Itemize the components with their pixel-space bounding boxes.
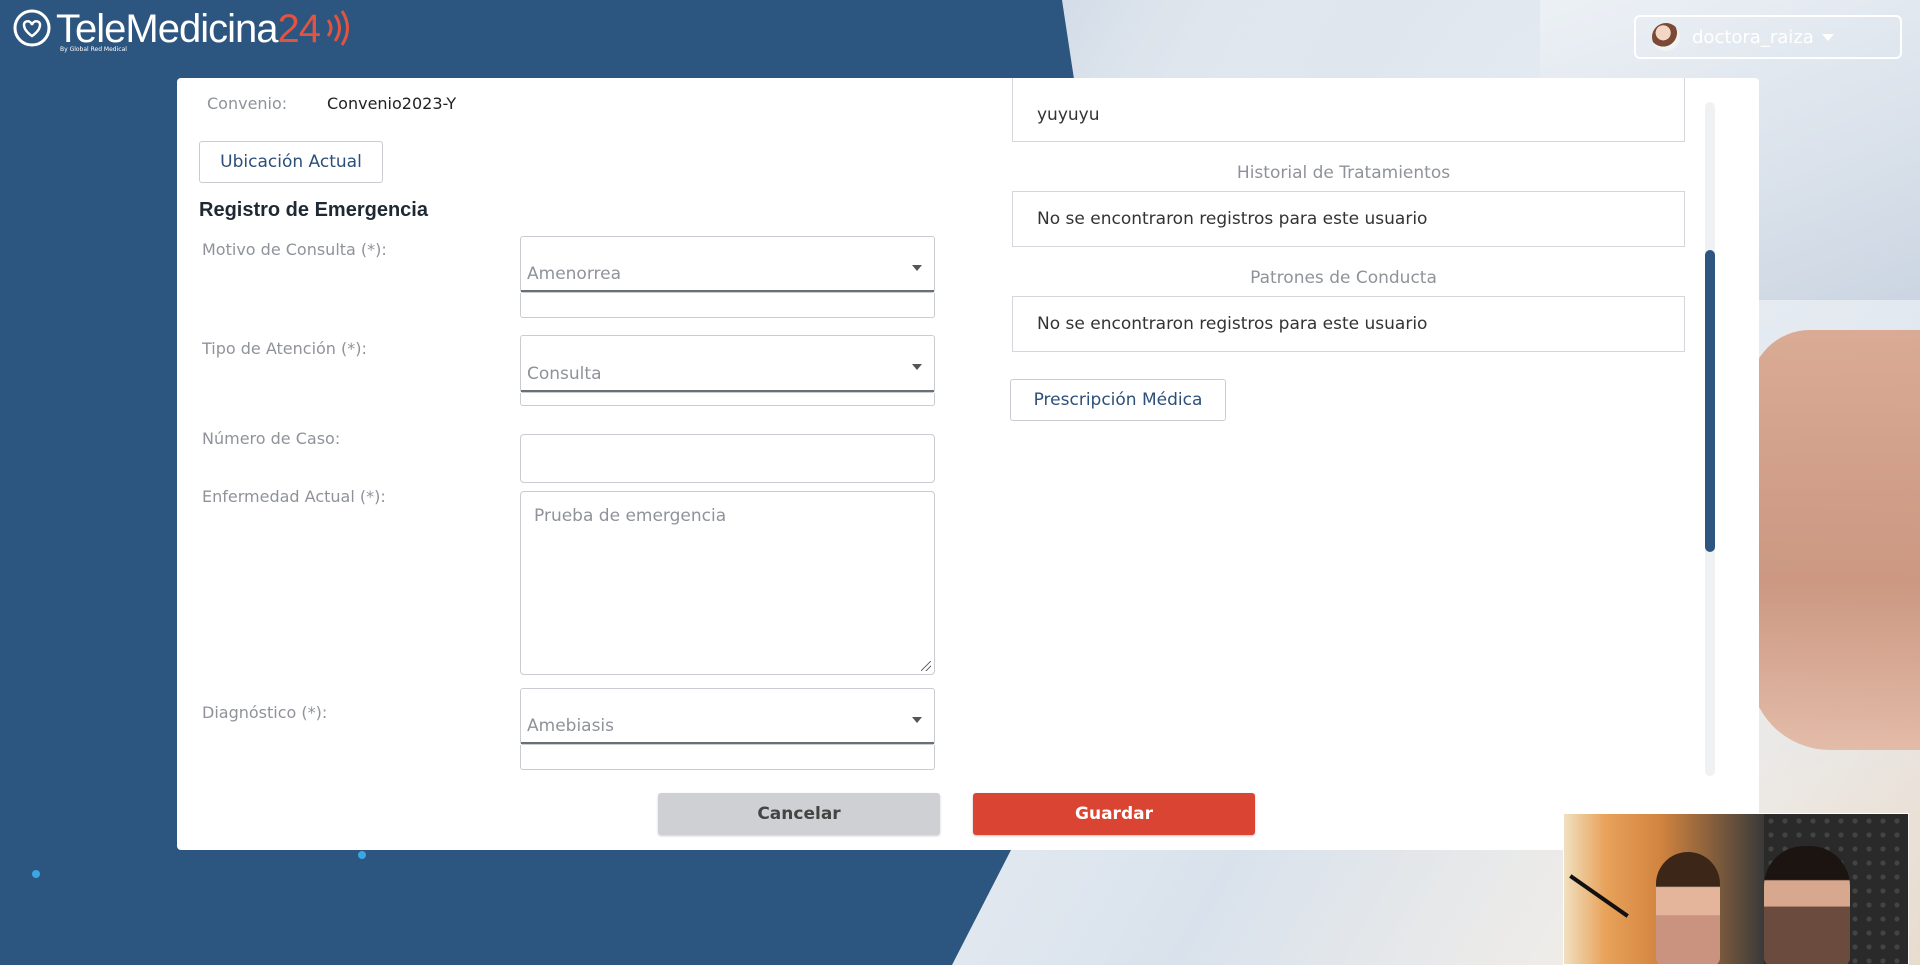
caso-input[interactable] — [520, 434, 935, 483]
tipo-select[interactable]: Consulta — [520, 335, 935, 393]
top-field[interactable]: yuyuyu — [1012, 78, 1685, 142]
tipo-label: Tipo de Atención (*): — [202, 339, 367, 358]
convenio-label: Convenio: — [207, 94, 288, 113]
video-call-thumbnail[interactable] — [1563, 813, 1909, 965]
diagnostico-label: Diagnóstico (*): — [202, 703, 328, 722]
modal-body[interactable]: Convenio: Convenio2023-Y Ubicación Actua… — [177, 78, 1717, 778]
enfermedad-placeholder: Prueba de emergencia — [534, 506, 727, 526]
scrollbar-thumb[interactable] — [1705, 250, 1715, 552]
caret-down-icon — [912, 717, 922, 723]
section-title: Registro de Emergencia — [199, 199, 428, 221]
microphone-arm — [1569, 874, 1629, 918]
top-field-value: yuyuyu — [1037, 105, 1100, 125]
video-participant — [1656, 852, 1720, 964]
resize-handle-icon[interactable] — [921, 661, 931, 671]
signal-waves-icon — [326, 10, 349, 46]
cancel-button[interactable]: Cancelar — [658, 793, 940, 835]
historial-text: No se encontraron registros para este us… — [1037, 209, 1428, 229]
tipo-extra-field[interactable] — [520, 393, 935, 406]
background-dot — [32, 870, 40, 878]
scrollbar[interactable] — [1705, 102, 1715, 776]
caret-down-icon — [912, 364, 922, 370]
tipo-value: Consulta — [527, 364, 602, 384]
save-button[interactable]: Guardar — [973, 793, 1255, 835]
video-participant — [1764, 846, 1850, 964]
motivo-select[interactable]: Amenorrea — [520, 236, 935, 293]
diagnostico-select[interactable]: Amebiasis — [520, 688, 935, 745]
caso-label: Número de Caso: — [202, 429, 341, 448]
historial-caption: Historial de Tratamientos — [1236, 163, 1451, 183]
diagnostico-extra-field[interactable] — [520, 745, 935, 770]
brand-tagline: By Global Red Medical — [60, 46, 127, 53]
motivo-label: Motivo de Consulta (*): — [202, 240, 387, 259]
patrones-caption: Patrones de Conducta — [1250, 268, 1437, 288]
avatar — [1652, 23, 1680, 51]
prescripcion-button[interactable]: Prescripción Médica — [1010, 379, 1226, 421]
patrones-box: No se encontraron registros para este us… — [1012, 296, 1685, 352]
brand-name: TeleMedicina24 — [56, 7, 321, 51]
chevron-down-icon — [1821, 33, 1834, 41]
select-underline — [521, 742, 934, 744]
motivo-value: Amenorrea — [527, 264, 622, 284]
patrones-text: No se encontraron registros para este us… — [1037, 314, 1428, 334]
motivo-extra-field[interactable] — [520, 293, 935, 318]
username: doctora_raiza — [1692, 26, 1814, 48]
select-underline — [521, 390, 934, 392]
background-dot — [358, 851, 366, 859]
historial-box: No se encontraron registros para este us… — [1012, 191, 1685, 247]
emergency-modal: Convenio: Convenio2023-Y Ubicación Actua… — [177, 78, 1759, 850]
app-logo[interactable]: TeleMedicina24 By Global Red Medical — [12, 7, 354, 53]
current-location-button[interactable]: Ubicación Actual — [199, 141, 383, 183]
background-arm — [1750, 330, 1920, 750]
enfermedad-textarea[interactable]: Prueba de emergencia — [520, 491, 935, 675]
user-menu-button[interactable]: doctora_raiza — [1634, 15, 1902, 59]
select-underline — [521, 290, 934, 292]
caret-down-icon — [912, 265, 922, 271]
stethoscope-heart-icon — [13, 9, 51, 47]
diagnostico-value: Amebiasis — [527, 716, 615, 736]
enfermedad-label: Enfermedad Actual (*): — [202, 487, 386, 506]
convenio-value: Convenio2023-Y — [327, 94, 457, 113]
